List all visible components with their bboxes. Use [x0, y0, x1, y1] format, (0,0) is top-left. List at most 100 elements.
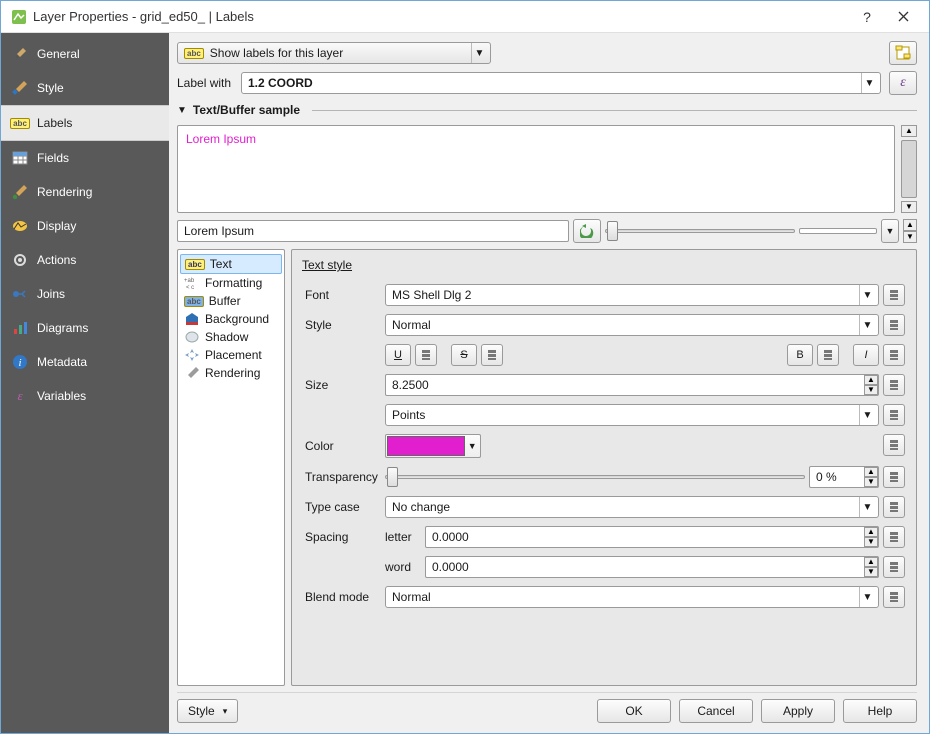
sidebar-item-metadata[interactable]: i Metadata: [1, 345, 169, 379]
wrench-icon: [11, 45, 29, 63]
sidebar-item-joins[interactable]: Joins: [1, 277, 169, 311]
subtab-label: Placement: [205, 348, 262, 362]
automated-labeling-button[interactable]: [889, 41, 917, 65]
style-menu-button[interactable]: Style ▾: [177, 699, 238, 723]
italic-button[interactable]: I: [853, 344, 879, 366]
spacing-word-input[interactable]: 0.0000 ▲▼: [425, 556, 879, 578]
bold-data-defined-button[interactable]: [817, 344, 839, 366]
preview-spinner[interactable]: ▲ ▼: [903, 219, 917, 243]
sidebar-item-general[interactable]: General: [1, 37, 169, 71]
sidebar-item-actions[interactable]: Actions: [1, 243, 169, 277]
subtab-label: Rendering: [205, 366, 260, 380]
bold-button[interactable]: B: [787, 344, 813, 366]
typecase-combo[interactable]: No change ▼: [385, 496, 879, 518]
font-color-picker[interactable]: ▼: [385, 434, 481, 458]
subtab-rendering[interactable]: Rendering: [180, 364, 282, 382]
spacing-letter-spinner[interactable]: ▲▼: [864, 527, 878, 547]
label-with-combo[interactable]: 1.2 COORD ▼: [241, 72, 881, 94]
sidebar-item-display[interactable]: Display: [1, 209, 169, 243]
italic-data-defined-button[interactable]: [883, 344, 905, 366]
preview-scrollbar[interactable]: ▲ ▼: [901, 125, 917, 213]
apply-button[interactable]: Apply: [761, 699, 835, 723]
spinner-up-button[interactable]: ▲: [864, 527, 878, 537]
strikeout-button[interactable]: S: [451, 344, 477, 366]
data-defined-icon: [887, 530, 901, 544]
size-data-defined-button[interactable]: [883, 374, 905, 396]
transparency-slider[interactable]: [385, 466, 805, 488]
sidebar-item-rendering[interactable]: Rendering: [1, 175, 169, 209]
spacing-letter-input[interactable]: 0.0000 ▲▼: [425, 526, 879, 548]
spacing-letter-label: letter: [385, 530, 412, 544]
spinner-up-button[interactable]: ▲: [864, 467, 878, 477]
spacing-letter-data-defined-button[interactable]: [883, 526, 905, 548]
font-data-defined-button[interactable]: [883, 284, 905, 306]
preview-text-input[interactable]: Lorem Ipsum: [177, 220, 569, 242]
ok-button[interactable]: OK: [597, 699, 671, 723]
help-button[interactable]: Help: [843, 699, 917, 723]
data-defined-icon: [887, 500, 901, 514]
scroll-down-button[interactable]: ▼: [901, 201, 917, 213]
auto-label-icon: [894, 44, 912, 62]
size-unit-combo[interactable]: Points ▼: [385, 404, 879, 426]
spinner-down-button[interactable]: ▼: [864, 567, 878, 577]
spinner-down-button[interactable]: ▼: [864, 477, 878, 487]
chevron-down-icon: ▼: [859, 405, 875, 425]
close-button[interactable]: [883, 3, 923, 31]
reset-preview-button[interactable]: [573, 219, 601, 243]
subtab-formatting[interactable]: +ab< c Formatting: [180, 274, 282, 292]
window-title: Layer Properties - grid_ed50_ | Labels: [33, 9, 851, 24]
subtab-shadow[interactable]: Shadow: [180, 328, 282, 346]
subtab-text[interactable]: abc Text: [180, 254, 282, 274]
font-combo[interactable]: MS Shell Dlg 2 ▼: [385, 284, 879, 306]
strikeout-data-defined-button[interactable]: [481, 344, 503, 366]
blend-mode-combo[interactable]: Normal ▼: [385, 586, 879, 608]
label-mode-combo[interactable]: abc Show labels for this layer ▼: [177, 42, 491, 64]
scroll-up-button[interactable]: ▲: [901, 125, 917, 137]
spacing-word-spinner[interactable]: ▲▼: [864, 557, 878, 577]
spinner-up-button[interactable]: ▲: [864, 557, 878, 567]
underline-button[interactable]: U: [385, 344, 411, 366]
font-size-spinner[interactable]: ▲▼: [864, 375, 878, 395]
spinner-down-button[interactable]: ▼: [864, 537, 878, 547]
color-data-defined-button[interactable]: [883, 434, 905, 456]
sidebar-item-label: Display: [37, 219, 76, 233]
chevron-down-icon: ▾: [223, 706, 228, 717]
underline-data-defined-button[interactable]: [415, 344, 437, 366]
style-data-defined-button[interactable]: [883, 314, 905, 336]
slider-handle[interactable]: [607, 221, 618, 241]
sidebar-item-style[interactable]: Style: [1, 71, 169, 105]
expression-button[interactable]: ε: [889, 71, 917, 95]
preview-bg-dropdown[interactable]: ▼: [881, 219, 899, 243]
typecase-data-defined-button[interactable]: [883, 496, 905, 518]
font-style-combo[interactable]: Normal ▼: [385, 314, 879, 336]
sidebar-item-variables[interactable]: ε Variables: [1, 379, 169, 413]
transparency-spinner[interactable]: ▲▼: [864, 467, 878, 487]
section-text-buffer-sample[interactable]: ▼ Text/Buffer sample: [177, 101, 917, 119]
sidebar-item-labels[interactable]: abc Labels: [1, 105, 169, 141]
sidebar-item-fields[interactable]: Fields: [1, 141, 169, 175]
sidebar: General Style abc Labels Fields: [1, 33, 169, 733]
data-defined-icon: [887, 348, 901, 362]
font-size-input[interactable]: 8.2500 ▲▼: [385, 374, 879, 396]
spinner-up-button[interactable]: ▲: [903, 219, 917, 231]
size-unit-data-defined-button[interactable]: [883, 404, 905, 426]
preview-size-slider[interactable]: [605, 220, 795, 242]
spinner-down-button[interactable]: ▼: [903, 231, 917, 243]
transparency-input[interactable]: 0 % ▲▼: [809, 466, 879, 488]
sidebar-item-diagrams[interactable]: Diagrams: [1, 311, 169, 345]
subtab-placement[interactable]: Placement: [180, 346, 282, 364]
help-button[interactable]: ?: [851, 9, 883, 25]
chevron-down-icon: ▼: [859, 587, 875, 607]
transparency-data-defined-button[interactable]: [883, 466, 905, 488]
dialog-button-bar: Style ▾ OK Cancel Apply Help: [177, 692, 917, 723]
subtab-buffer[interactable]: abc Buffer: [180, 292, 282, 310]
scroll-thumb[interactable]: [901, 140, 917, 198]
spacing-word-data-defined-button[interactable]: [883, 556, 905, 578]
slider-handle[interactable]: [387, 467, 398, 487]
spinner-up-button[interactable]: ▲: [864, 375, 878, 385]
cancel-button[interactable]: Cancel: [679, 699, 753, 723]
subtab-background[interactable]: Background: [180, 310, 282, 328]
preview-bg-color[interactable]: [799, 228, 877, 234]
blend-data-defined-button[interactable]: [883, 586, 905, 608]
spinner-down-button[interactable]: ▼: [864, 385, 878, 395]
